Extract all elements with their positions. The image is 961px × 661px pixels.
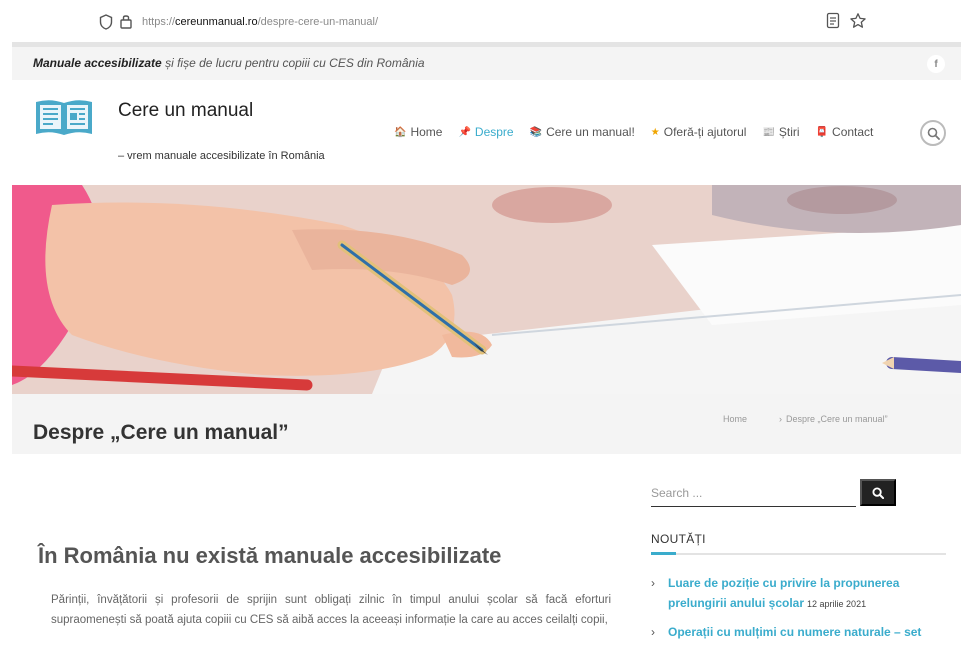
site-logo-book-icon[interactable] <box>33 98 95 138</box>
tagline-rest: și fișe de lucru pentru copiii cu CES di… <box>161 56 425 70</box>
list-item: › Luare de poziție cu privire la propune… <box>651 573 946 614</box>
url-path: /despre-cere-un-manual/ <box>257 16 379 28</box>
nav-item-label: Cere un manual! <box>546 125 635 139</box>
books-icon: 📚 <box>529 126 543 138</box>
url-host: cereunmanual.ro <box>175 16 258 28</box>
nav-item-contact[interactable]: 📮 Contact <box>816 125 874 139</box>
site-tagline: Manuale accesibilizate și fișe de lucru … <box>33 56 425 70</box>
divider-accent <box>651 552 676 555</box>
reader-view-icon[interactable] <box>826 12 840 29</box>
article-paragraph: Părinții, învățătorii și profesorii de s… <box>51 594 611 626</box>
child-writing-illustration <box>12 185 961 394</box>
postal-icon: 📮 <box>815 126 829 138</box>
news-date: 12 aprilie 2021 <box>807 599 867 609</box>
nav-item-label: Știri <box>778 125 800 139</box>
lock-icon[interactable] <box>119 13 133 30</box>
nav-item-label: Contact <box>832 125 874 139</box>
nav-item-label: Oferă-ți ajutorul <box>663 125 747 139</box>
news-icon: 📰 <box>762 126 775 138</box>
pushpin-icon: 📌 <box>458 126 471 138</box>
facebook-icon[interactable]: f <box>927 55 945 73</box>
nav-item-despre[interactable]: 📌 Despre <box>458 125 513 139</box>
chevron-right-icon: › <box>651 576 655 590</box>
sidebar-search-field <box>651 481 856 507</box>
breadcrumb: Home › Despre „Cere un manual” <box>723 414 888 424</box>
nav-item-cere-un-manual[interactable]: 📚 Cere un manual! <box>530 125 635 139</box>
site-title[interactable]: Cere un manual <box>118 100 253 122</box>
search-input[interactable] <box>651 481 856 505</box>
news-list: › Luare de poziție cu privire la propune… <box>651 573 946 651</box>
nav-item-label: Despre <box>474 125 514 139</box>
top-strip: Manuale accesibilizate și fișe de lucru … <box>12 47 961 80</box>
chevron-right-icon: › <box>651 625 655 639</box>
list-item: › Operații cu mulțimi cu numere naturale… <box>651 622 946 643</box>
search-button[interactable] <box>860 479 896 506</box>
page-title: Despre „Cere un manual” <box>33 421 289 444</box>
star-icon: ★ <box>650 126 660 138</box>
bookmark-star-icon[interactable] <box>849 12 867 30</box>
nav-item-ofera-ajutorul[interactable]: ★ Oferă-ți ajutorul <box>651 125 747 139</box>
address-url[interactable]: https://cereunmanual.ro/despre-cere-un-m… <box>142 16 378 28</box>
breadcrumb-separator: › <box>779 414 783 424</box>
tagline-bold: Manuale accesibilizate <box>33 56 162 70</box>
nav-item-label: Home <box>410 125 443 139</box>
news-widget-title: NOUTĂȚI <box>651 532 706 546</box>
divider <box>651 553 946 555</box>
news-link[interactable]: Operații cu mulțimi cu numere naturale –… <box>668 625 921 639</box>
shield-icon[interactable] <box>99 14 113 30</box>
search-icon <box>872 486 884 499</box>
browser-address-bar: https://cereunmanual.ro/despre-cere-un-m… <box>0 0 961 42</box>
page-title-bar: Despre „Cere un manual” Home › Despre „Cer… <box>12 394 961 454</box>
nav-item-home[interactable]: 🏠 Home <box>394 125 442 139</box>
search-icon <box>927 127 940 140</box>
header-search-button[interactable] <box>920 120 946 146</box>
hero-image <box>12 185 961 394</box>
main-nav: 🏠 Home 📌 Despre 📚 Cere un manual! ★ Oferă-ți… <box>394 125 889 139</box>
house-icon: 🏠 <box>394 126 407 138</box>
article-heading: În România nu există manuale accesibiliz… <box>38 543 502 568</box>
nav-item-stiri[interactable]: 📰 Știri <box>762 125 799 139</box>
breadcrumb-home[interactable]: Home <box>723 414 747 424</box>
site-description: – vrem manuale accesibilizate în România <box>118 150 325 162</box>
url-prefix: https:// <box>142 16 176 28</box>
breadcrumb-current: Despre „Cere un manual” <box>786 414 888 424</box>
